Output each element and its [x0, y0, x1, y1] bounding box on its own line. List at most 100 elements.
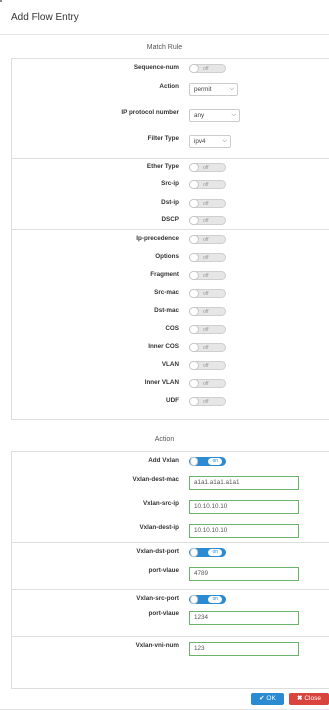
vxlan-src-port-label: Vxlan-src-port	[136, 595, 179, 602]
toggle-state: off	[203, 327, 209, 333]
action-group-src-port: Vxlan-src-port on port-vlaue 1234	[12, 589, 329, 636]
toggle-knob	[189, 307, 199, 316]
toggle-knob	[189, 64, 199, 73]
udf-label: UDF	[166, 397, 179, 404]
dst-ip-label: Dst-ip	[161, 199, 179, 206]
inner-vlan-label: Inner VLAN	[144, 379, 179, 386]
ip-precedence-toggle[interactable]: off	[189, 235, 226, 244]
ether-type-label: Ether Type	[146, 163, 179, 170]
chevron-down-icon: ⌵	[222, 138, 227, 144]
toggle-knob	[189, 397, 199, 406]
toggle-knob	[189, 235, 199, 244]
dst-ip-toggle[interactable]: off	[189, 199, 226, 208]
ip-protocol-label: IP protocol number	[121, 109, 179, 116]
vlan-toggle[interactable]: off	[189, 361, 226, 370]
toggle-state: off	[203, 66, 209, 72]
toggle-state: off	[203, 182, 209, 188]
toggle-knob	[190, 457, 198, 466]
dst-mac-toggle[interactable]: off	[189, 307, 226, 316]
toggle-knob	[189, 163, 199, 172]
toggle-knob	[189, 199, 199, 208]
x-icon: ✖	[297, 695, 303, 702]
inner-vlan-toggle[interactable]: off	[189, 379, 226, 388]
action-value: permit	[194, 86, 212, 93]
cos-toggle[interactable]: off	[189, 325, 226, 334]
toggle-knob	[189, 253, 199, 262]
src-mac-toggle[interactable]: off	[189, 289, 226, 298]
toggle-knob	[189, 361, 199, 370]
filter-type-label: Filter Type	[147, 135, 179, 142]
options-toggle[interactable]: off	[189, 253, 226, 262]
action-section-title: Action	[154, 436, 175, 443]
vxlan-src-ip-input[interactable]: 10.10.10.10	[189, 500, 299, 514]
action-table: Add Vxlan on Vxlan-dest-mac a1a1.a1a1.a1…	[11, 451, 329, 689]
dscp-label: DSCP	[161, 216, 180, 223]
vlan-label: VLAN	[161, 361, 179, 368]
toggle-knob	[189, 271, 199, 280]
action-group-dst-port: Vxlan-dst-port on port-vlaue 4789	[12, 542, 329, 589]
vxlan-dest-mac-input[interactable]: a1a1.a1a1.a1a1	[189, 476, 299, 490]
close-button[interactable]: ✖ Close	[289, 693, 329, 705]
match-rule-title: Match Rule	[146, 44, 183, 51]
sequence-num-toggle[interactable]: off	[189, 64, 226, 73]
udf-toggle[interactable]: off	[189, 397, 226, 406]
sequence-num-label: Sequence-num	[133, 64, 179, 71]
toggle-state: off	[203, 255, 209, 261]
vxlan-src-port-toggle[interactable]: on	[189, 595, 226, 604]
inner-cos-label: Inner COS	[148, 343, 179, 350]
chevron-down-icon: ⌵	[229, 86, 234, 92]
corner-dot	[0, 0, 2, 2]
action-select[interactable]: permit ⌵	[189, 83, 238, 96]
action-group-vxlan: Add Vxlan on Vxlan-dest-mac a1a1.a1a1.a1…	[12, 452, 329, 542]
fragment-toggle[interactable]: off	[189, 271, 226, 280]
src-port-value-label: port-vlaue	[148, 610, 179, 617]
match-rule-table: Sequence-num off Action permit ⌵ IP prot…	[11, 58, 329, 420]
match-rule-group-basic: Sequence-num off Action permit ⌵ IP prot…	[12, 59, 329, 158]
check-icon: ✔	[259, 695, 265, 702]
vxlan-dest-ip-input[interactable]: 10.10.10.10	[189, 524, 299, 538]
ip-protocol-select[interactable]: any ⌵	[189, 109, 240, 122]
toggle-knob	[189, 180, 199, 189]
match-rule-group-ip: Ether Type off Src-ip off Dst-ip off DSC…	[12, 158, 329, 229]
toggle-state: on	[208, 458, 222, 465]
toggle-state: off	[203, 363, 209, 369]
vxlan-vni-num-input[interactable]: 123	[189, 642, 299, 656]
toggle-state: off	[203, 201, 209, 207]
action-label: Action	[159, 83, 179, 90]
fragment-label: Fragment	[150, 271, 179, 278]
toggle-knob	[189, 289, 199, 298]
vxlan-dst-port-label: Vxlan-dst-port	[136, 548, 179, 555]
action-group-vni: Vxlan-vni-num 123	[12, 636, 329, 689]
toggle-state: off	[203, 345, 209, 351]
vxlan-dest-ip-label: Vxlan-dest-ip	[139, 524, 179, 531]
toggle-state: off	[203, 165, 209, 171]
toggle-knob	[189, 379, 199, 388]
toggle-state: on	[208, 549, 222, 556]
dscp-toggle[interactable]: off	[189, 216, 226, 225]
chevron-down-icon: ⌵	[231, 112, 236, 118]
dst-port-value-input[interactable]: 4789	[189, 567, 299, 581]
vxlan-dest-mac-label: Vxlan-dest-mac	[132, 476, 179, 483]
toggle-state: off	[203, 218, 209, 224]
toggle-knob	[190, 595, 198, 604]
toggle-state: off	[203, 291, 209, 297]
toggle-state: off	[203, 381, 209, 387]
ok-button[interactable]: ✔ OK	[251, 693, 284, 705]
vxlan-vni-num-label: Vxlan-vni-num	[135, 642, 179, 649]
close-label: Close	[304, 695, 321, 702]
src-port-value-input[interactable]: 1234	[189, 611, 299, 625]
inner-cos-toggle[interactable]: off	[189, 343, 226, 352]
src-ip-label: Src-ip	[161, 180, 179, 187]
dst-mac-label: Dst-mac	[154, 307, 179, 314]
toggle-state: off	[203, 273, 209, 279]
filter-type-value: ipv4	[194, 138, 206, 145]
src-mac-label: Src-mac	[154, 289, 179, 296]
filter-type-select[interactable]: ipv4 ⌵	[189, 135, 231, 148]
toggle-state: off	[203, 399, 209, 405]
options-label: Options	[155, 253, 179, 260]
src-ip-toggle[interactable]: off	[189, 180, 226, 189]
vxlan-dst-port-toggle[interactable]: on	[189, 548, 226, 557]
ether-type-toggle[interactable]: off	[189, 163, 226, 172]
add-vxlan-toggle[interactable]: on	[189, 457, 226, 466]
toggle-state: off	[203, 309, 209, 315]
